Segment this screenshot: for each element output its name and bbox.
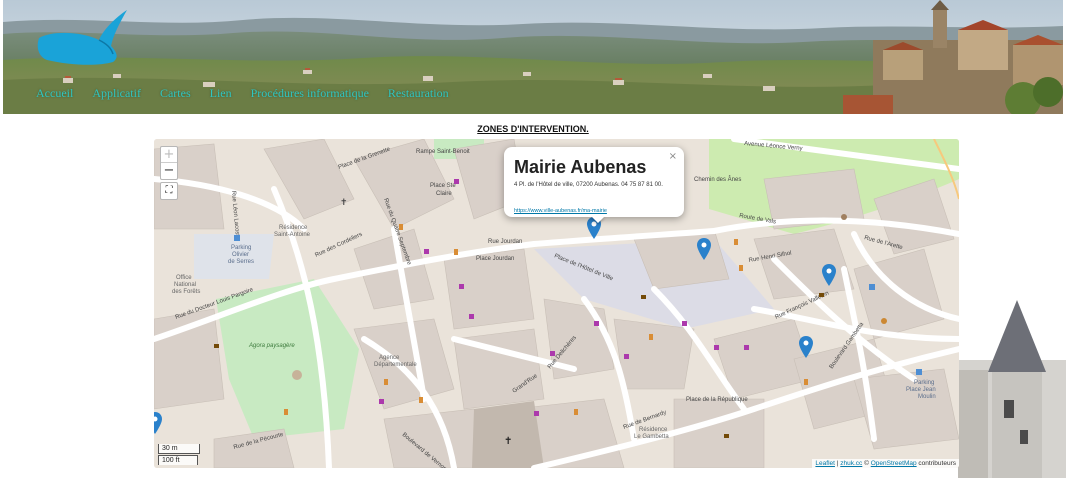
fullscreen-button[interactable]: ⛶: [160, 182, 178, 200]
nav-link-accueil[interactable]: Accueil: [36, 86, 73, 101]
svg-text:des Forêts: des Forêts: [172, 289, 200, 295]
svg-text:✝: ✝: [504, 436, 512, 447]
map-attribution: Leaflet | zhuk.cc © OpenStreetMap contri…: [812, 459, 959, 468]
svg-text:Le Gambetta: Le Gambetta: [634, 434, 669, 440]
svg-text:Rampe Saint-Benoit: Rampe Saint-Benoit: [416, 149, 470, 155]
nav-link-applicatif[interactable]: Applicatif: [92, 86, 141, 101]
map-marker-3[interactable]: [799, 336, 813, 358]
popup-title: Mairie Aubenas: [514, 157, 647, 177]
svg-text:Saint-Antoine: Saint-Antoine: [274, 232, 311, 238]
popup-tip: [591, 216, 605, 223]
scale-bar-imperial: 100 ft: [158, 455, 198, 465]
svg-text:Place de la République: Place de la République: [686, 397, 748, 403]
svg-text:Parking: Parking: [231, 245, 251, 251]
nav-link-lien[interactable]: Lien: [210, 86, 232, 101]
svg-text:Départementale: Départementale: [374, 362, 417, 368]
popup-link[interactable]: https://www.ville-aubenas.fr/ma-mairie: [514, 208, 607, 214]
attribution-contributors: contributeurs: [916, 460, 956, 467]
svg-text:de Serres: de Serres: [228, 259, 254, 265]
svg-text:Moulin: Moulin: [918, 394, 936, 400]
svg-text:Place Ste: Place Ste: [430, 183, 456, 189]
osm-link[interactable]: OpenStreetMap: [871, 460, 917, 467]
fullscreen-icon: ⛶: [165, 185, 173, 196]
leaflet-link[interactable]: Leaflet: [815, 460, 835, 467]
svg-text:Place Jean: Place Jean: [906, 387, 936, 393]
zoom-control: + −: [160, 146, 178, 180]
attribution-copyright: ©: [862, 460, 871, 467]
zoom-in-button[interactable]: +: [161, 147, 177, 163]
svg-text:✝: ✝: [340, 197, 348, 207]
svg-text:Résidence: Résidence: [279, 225, 308, 231]
svg-text:Office: Office: [176, 275, 192, 281]
nav-link-cartes[interactable]: Cartes: [160, 86, 191, 101]
svg-text:National: National: [174, 282, 196, 288]
svg-text:Place Jourdan: Place Jourdan: [476, 256, 514, 262]
map-popup: × Mairie Aubenas 4 Pl. de l'Hôtel de vil…: [504, 147, 684, 217]
page: Accueil Applicatif Cartes Lien Procédure…: [0, 0, 1066, 478]
page-title: ZONES D'INTERVENTION.: [477, 124, 589, 134]
header-banner: Accueil Applicatif Cartes Lien Procédure…: [3, 0, 1063, 114]
popup-close-button[interactable]: ×: [669, 151, 677, 162]
zoom-out-button[interactable]: −: [161, 163, 177, 179]
svg-text:Agora paysagère: Agora paysagère: [248, 343, 295, 349]
nav-link-procedures[interactable]: Procédures informatique: [251, 86, 369, 101]
svg-text:Rue Jourdan: Rue Jourdan: [488, 239, 522, 245]
svg-text:Agence: Agence: [379, 355, 400, 361]
svg-text:Olivier: Olivier: [232, 252, 249, 258]
main-nav: Accueil Applicatif Cartes Lien Procédure…: [36, 86, 468, 101]
svg-text:Résidence: Résidence: [639, 427, 668, 433]
popup-address: 4 Pl. de l'Hôtel de ville, 07200 Aubenas…: [514, 182, 663, 188]
map-marker-1[interactable]: [697, 238, 711, 260]
tower-image: [958, 300, 1066, 478]
nav-link-restauration[interactable]: Restauration: [388, 86, 449, 101]
svg-text:Parking: Parking: [914, 380, 934, 386]
svg-text:Chemin des Ânes: Chemin des Ânes: [694, 176, 741, 183]
interactive-map[interactable]: Rampe Saint-Benoit Place de la Grenette …: [154, 139, 959, 468]
map-marker-2[interactable]: [822, 264, 836, 286]
map-marker-4[interactable]: [154, 412, 162, 434]
scale-bar-metric: 30 m: [158, 444, 200, 454]
zhuk-link[interactable]: zhuk.cc: [840, 460, 862, 467]
svg-text:Claire: Claire: [436, 191, 452, 197]
